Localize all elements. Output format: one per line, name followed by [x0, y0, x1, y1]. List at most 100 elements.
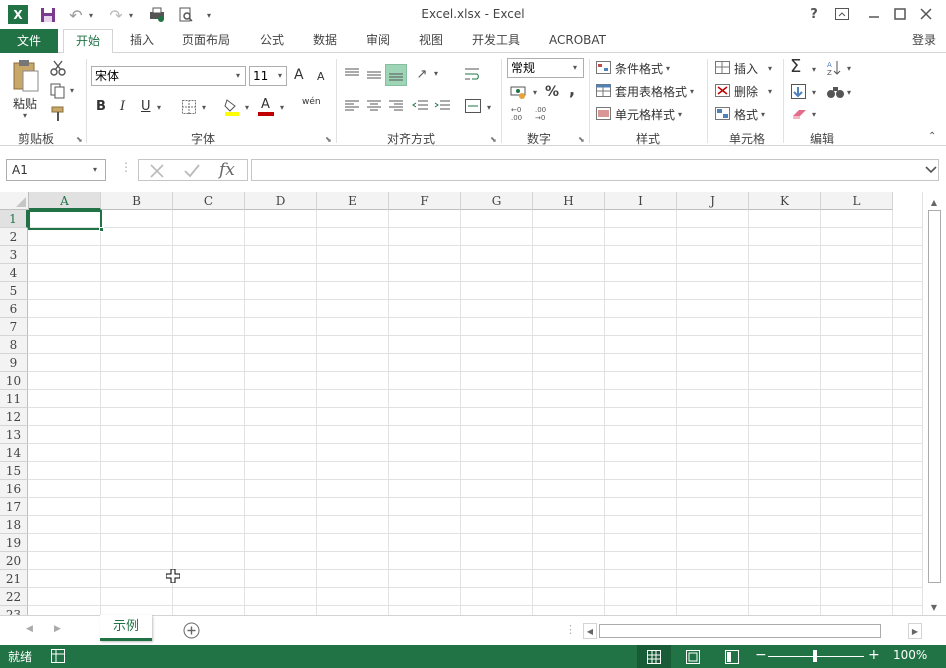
sort-filter-icon[interactable]: AZ: [826, 59, 846, 77]
clear-icon[interactable]: [790, 105, 810, 123]
column-header-b[interactable]: B: [101, 192, 173, 210]
row-header-8[interactable]: 8: [0, 336, 28, 354]
percent-button[interactable]: %: [545, 84, 559, 100]
alignment-launcher-icon[interactable]: ⬊: [490, 135, 497, 144]
column-header-i[interactable]: I: [605, 192, 677, 210]
sign-in-link[interactable]: 登录: [908, 29, 940, 53]
font-color-dropdown-icon[interactable]: ▾: [280, 103, 284, 112]
accounting-dropdown-icon[interactable]: ▾: [533, 88, 537, 97]
row-header-11[interactable]: 11: [0, 390, 28, 408]
zoom-slider-thumb[interactable]: [813, 650, 817, 662]
shrink-font-button[interactable]: A: [317, 70, 325, 83]
merge-center-icon[interactable]: [462, 97, 484, 115]
row-header-17[interactable]: 17: [0, 498, 28, 516]
find-select-dropdown-icon[interactable]: ▾: [847, 88, 851, 97]
number-launcher-icon[interactable]: ⬊: [578, 135, 585, 144]
cell-styles-button[interactable]: 单元格样式 ▾: [596, 105, 682, 123]
column-header-a[interactable]: A: [29, 192, 101, 210]
row-header-13[interactable]: 13: [0, 426, 28, 444]
decrease-decimal-icon[interactable]: .00 →0: [532, 104, 554, 122]
copy-dropdown-icon[interactable]: ▾: [70, 86, 74, 95]
macro-record-icon[interactable]: [51, 649, 65, 663]
conditional-formatting-button[interactable]: 条件格式 ▾: [596, 59, 670, 77]
borders-dropdown-icon[interactable]: ▾: [202, 103, 206, 112]
tab-home[interactable]: 开始: [63, 29, 114, 54]
underline-dropdown-icon[interactable]: ▾: [157, 103, 161, 112]
row-header-20[interactable]: 20: [0, 552, 28, 570]
maximize-icon[interactable]: [888, 3, 912, 25]
autosum-button[interactable]: Σ: [790, 56, 801, 77]
decrease-indent-icon[interactable]: [410, 97, 430, 115]
font-name-dropdown-icon[interactable]: ▾: [236, 71, 240, 80]
align-center-icon[interactable]: [364, 97, 384, 115]
merge-dropdown-icon[interactable]: ▾: [487, 103, 491, 112]
row-header-4[interactable]: 4: [0, 264, 28, 282]
sheet-next-icon[interactable]: ▶: [54, 624, 61, 634]
tab-acrobat[interactable]: ACROBAT: [537, 29, 618, 53]
zoom-out-button[interactable]: −: [755, 647, 767, 663]
name-box[interactable]: A1: [6, 159, 106, 181]
active-cell-a1[interactable]: [28, 210, 102, 230]
tab-view[interactable]: 视图: [407, 29, 455, 53]
column-header-e[interactable]: E: [317, 192, 389, 210]
autosum-dropdown-icon[interactable]: ▾: [812, 65, 816, 74]
row-header-3[interactable]: 3: [0, 246, 28, 264]
worksheet-grid[interactable]: ABCDEFGHIJKL 1 2 3 4 5 6 7 8 9 10 11 12 13 14 15 16 17 18…: [0, 192, 922, 615]
fill-icon[interactable]: [790, 83, 808, 101]
increase-decimal-icon[interactable]: ←0.00: [508, 104, 530, 122]
tab-page-layout[interactable]: 页面布局: [170, 29, 242, 53]
page-layout-view-icon[interactable]: [676, 645, 710, 668]
number-format-dropdown-icon[interactable]: ▾: [573, 63, 577, 72]
row-header-16[interactable]: 16: [0, 480, 28, 498]
collapse-ribbon-icon[interactable]: ⌃: [928, 131, 936, 142]
row-header-9[interactable]: 9: [0, 354, 28, 372]
tab-formulas[interactable]: 公式: [248, 29, 296, 53]
font-size-dropdown-icon[interactable]: ▾: [278, 71, 282, 80]
tab-data[interactable]: 数据: [301, 29, 349, 53]
enter-formula-icon[interactable]: [183, 163, 201, 179]
column-header-j[interactable]: J: [677, 192, 749, 210]
sheet-tab-example[interactable]: 示例: [100, 615, 152, 641]
formula-input[interactable]: [251, 159, 939, 181]
align-right-icon[interactable]: [386, 97, 406, 115]
horizontal-scroll-thumb[interactable]: [599, 624, 881, 638]
row-header-15[interactable]: 15: [0, 462, 28, 480]
select-all-corner[interactable]: [0, 192, 29, 210]
row-header-14[interactable]: 14: [0, 444, 28, 462]
row-header-21[interactable]: 21: [0, 570, 28, 588]
column-header-h[interactable]: H: [533, 192, 605, 210]
orientation-dropdown-icon[interactable]: ▾: [434, 69, 438, 78]
column-header-d[interactable]: D: [245, 192, 317, 210]
row-header-6[interactable]: 6: [0, 300, 28, 318]
sort-filter-dropdown-icon[interactable]: ▾: [847, 64, 851, 73]
format-cells-button[interactable]: 格式 ▾: [715, 105, 765, 123]
row-header-7[interactable]: 7: [0, 318, 28, 336]
clear-dropdown-icon[interactable]: ▾: [812, 110, 816, 119]
insert-cells-button[interactable]: 插入 ▾: [715, 59, 772, 77]
cut-icon[interactable]: [48, 59, 68, 77]
align-middle-icon[interactable]: [364, 65, 384, 83]
sheet-prev-icon[interactable]: ◀: [26, 624, 33, 634]
paste-button[interactable]: 粘贴 ▾: [8, 59, 44, 123]
font-launcher-icon[interactable]: ⬊: [325, 135, 332, 144]
clipboard-launcher-icon[interactable]: ⬊: [76, 135, 83, 144]
scroll-left-icon[interactable]: ◀: [583, 623, 597, 639]
italic-button[interactable]: I: [120, 99, 125, 114]
column-header-c[interactable]: C: [173, 192, 245, 210]
orientation-icon[interactable]: ↗: [412, 65, 432, 83]
fill-dropdown-icon[interactable]: ▾: [812, 88, 816, 97]
increase-indent-icon[interactable]: [432, 97, 452, 115]
row-header-10[interactable]: 10: [0, 372, 28, 390]
ribbon-display-options-icon[interactable]: [830, 3, 854, 25]
row-header-12[interactable]: 12: [0, 408, 28, 426]
font-color-button[interactable]: A: [258, 97, 276, 117]
insert-function-button[interactable]: fx: [219, 160, 235, 180]
new-sheet-icon[interactable]: [183, 622, 200, 639]
tab-developer[interactable]: 开发工具: [460, 29, 532, 53]
accounting-format-icon[interactable]: [508, 83, 530, 101]
vertical-scroll-thumb[interactable]: [928, 210, 941, 583]
tab-review[interactable]: 审阅: [354, 29, 402, 53]
underline-button[interactable]: U: [141, 99, 151, 114]
comma-button[interactable]: ,: [569, 80, 575, 99]
borders-icon[interactable]: [180, 98, 198, 116]
